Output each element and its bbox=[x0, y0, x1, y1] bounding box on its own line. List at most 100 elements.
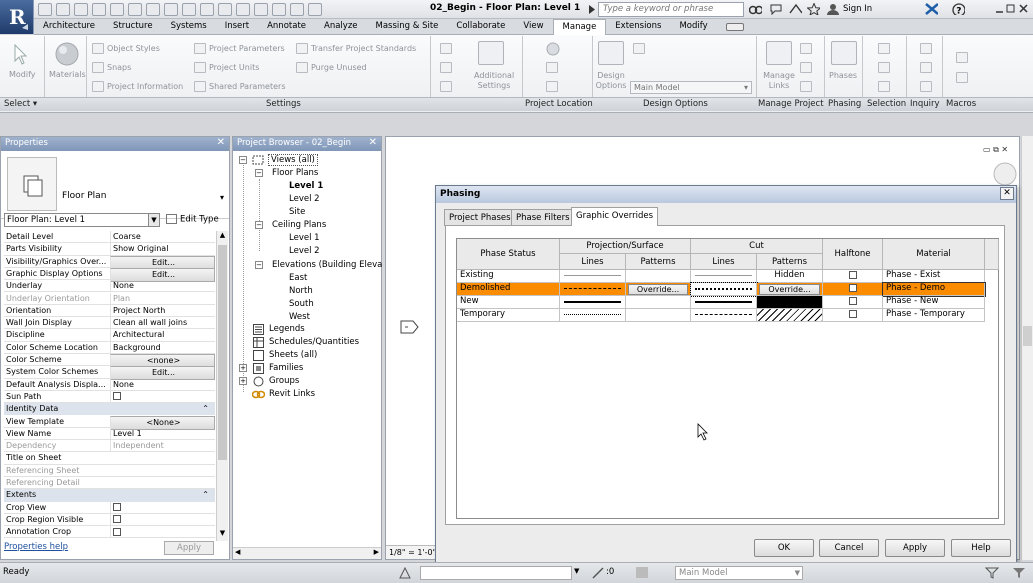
edit-selection-icon[interactable] bbox=[878, 81, 890, 92]
measure-icon[interactable] bbox=[146, 3, 160, 16]
tree-floor-plans[interactable]: Floor Plans bbox=[272, 168, 318, 178]
project-units-button[interactable]: Project Units bbox=[209, 63, 259, 72]
tree-schedules[interactable]: Schedules/Quantities bbox=[269, 337, 359, 347]
collapse-group-icon[interactable]: ⌃ bbox=[202, 489, 209, 501]
scroll-up-icon[interactable]: ▲ bbox=[217, 231, 228, 243]
type-dropdown-icon[interactable]: ▾ bbox=[220, 193, 224, 202]
3d-view-icon[interactable] bbox=[218, 3, 232, 16]
manage-images-icon[interactable] bbox=[800, 43, 812, 54]
workset-dropdown-icon[interactable]: ▼ bbox=[574, 567, 579, 575]
favorites-star-icon[interactable] bbox=[807, 3, 820, 15]
projection-lines-cell[interactable] bbox=[560, 309, 626, 322]
properties-scrollbar[interactable]: ▲ ▼ bbox=[216, 231, 228, 541]
scroll-thumb[interactable] bbox=[218, 245, 227, 460]
view-scale[interactable]: 1/8" = 1'-0" bbox=[386, 545, 436, 559]
tab-view[interactable]: View bbox=[514, 19, 552, 35]
property-value[interactable]: Architectural bbox=[110, 329, 215, 342]
expand-groups-icon[interactable]: + bbox=[239, 377, 247, 385]
material-cell[interactable]: Phase - Exist bbox=[883, 270, 985, 283]
tree-views-all[interactable]: Views (all) bbox=[268, 154, 318, 166]
workset-select[interactable] bbox=[420, 566, 572, 580]
manage-links-button[interactable]: Manage Links bbox=[760, 71, 798, 91]
scroll-thumb[interactable] bbox=[1023, 326, 1032, 346]
canvas-vscrollbar[interactable] bbox=[1021, 136, 1033, 560]
ok-button[interactable]: OK bbox=[754, 539, 814, 557]
open-icon[interactable] bbox=[38, 3, 52, 16]
materials-sphere-icon[interactable] bbox=[54, 41, 80, 67]
material-cell[interactable]: Phase - Temporary bbox=[883, 309, 985, 322]
collapse-group-icon[interactable]: ⌃ bbox=[202, 403, 209, 415]
property-checkbox[interactable] bbox=[113, 515, 121, 524]
property-group-header[interactable]: Identity Data ⌃ bbox=[4, 403, 215, 416]
filter-icon[interactable] bbox=[985, 567, 999, 579]
location-icon[interactable] bbox=[546, 42, 560, 56]
property-value[interactable]: Independent bbox=[110, 440, 215, 453]
minimize-icon[interactable] bbox=[995, 4, 1004, 13]
tab-annotate[interactable]: Annotate bbox=[258, 19, 315, 35]
select-panel-dropdown[interactable]: Select ▾ bbox=[4, 99, 37, 109]
property-row[interactable]: Graphic Display Options Edit... bbox=[4, 267, 215, 282]
restore-icon[interactable] bbox=[1006, 4, 1015, 13]
collapse-views-icon[interactable]: − bbox=[239, 156, 247, 164]
panel-schedule-icon[interactable] bbox=[440, 81, 452, 92]
tab-project-phases[interactable]: Project Phases bbox=[444, 209, 516, 226]
close-browser-icon[interactable]: ✕ bbox=[369, 137, 377, 148]
property-value[interactable] bbox=[110, 390, 215, 403]
halftone-cell[interactable] bbox=[823, 270, 883, 283]
property-value[interactable] bbox=[110, 513, 215, 526]
elevation-marker-icon[interactable] bbox=[400, 320, 420, 334]
save-selection-icon[interactable] bbox=[878, 43, 890, 54]
cut-lines-cell[interactable] bbox=[691, 296, 757, 309]
user-icon[interactable] bbox=[827, 3, 840, 15]
property-row[interactable]: Discipline Architectural bbox=[4, 329, 215, 342]
design-option-status-icon[interactable] bbox=[636, 567, 648, 578]
property-row[interactable]: Detail Level Coarse bbox=[4, 231, 215, 244]
subscription-icon[interactable] bbox=[789, 3, 802, 15]
shared-parameters-button[interactable]: Shared Parameters bbox=[209, 82, 286, 91]
undo-icon[interactable] bbox=[92, 3, 106, 16]
property-value[interactable]: Level 1 bbox=[110, 427, 215, 440]
exchange-apps-icon[interactable] bbox=[925, 3, 938, 15]
property-row[interactable]: Wall Join Display Clean all wall joins bbox=[4, 317, 215, 330]
expand-families-icon[interactable]: + bbox=[239, 364, 247, 372]
phase-status-cell[interactable]: Demolished bbox=[457, 283, 560, 296]
apply-dialog-button[interactable]: Apply bbox=[885, 539, 945, 557]
tree-sheets[interactable]: Sheets (all) bbox=[269, 350, 317, 360]
halftone-cell[interactable] bbox=[823, 283, 883, 296]
text-icon[interactable] bbox=[200, 3, 214, 16]
help-icon[interactable]: ? bbox=[952, 3, 965, 15]
tab-modify[interactable]: Modify bbox=[670, 19, 716, 35]
status-design-option-select[interactable]: Main Model ▼ bbox=[675, 566, 803, 580]
property-checkbox[interactable] bbox=[113, 527, 121, 536]
structural-settings-icon[interactable] bbox=[440, 43, 452, 54]
materials-button[interactable]: Materials bbox=[49, 70, 86, 79]
redo-icon[interactable] bbox=[110, 3, 124, 16]
editing-requests-icon[interactable] bbox=[592, 567, 604, 579]
tab-massing-site[interactable]: Massing & Site bbox=[367, 19, 448, 35]
cut-patterns-cell[interactable]: Override... bbox=[757, 283, 823, 296]
tree-elevations[interactable]: Elevations (Building Elevation) bbox=[272, 260, 382, 270]
panel-settings[interactable]: Settings bbox=[266, 99, 301, 109]
tab-phase-filters[interactable]: Phase Filters bbox=[511, 209, 575, 226]
sync-icon[interactable] bbox=[74, 3, 88, 16]
halftone-cell[interactable] bbox=[823, 296, 883, 309]
apply-button[interactable]: Apply bbox=[164, 541, 214, 555]
dialog-close-icon[interactable]: ✕ bbox=[1000, 187, 1014, 200]
save-icon[interactable] bbox=[56, 3, 70, 16]
binoculars-icon[interactable] bbox=[749, 3, 762, 15]
sign-in-link[interactable]: Sign In bbox=[843, 4, 872, 14]
collapse-floor-plans-icon[interactable]: − bbox=[255, 169, 263, 177]
decal-types-icon[interactable] bbox=[800, 81, 812, 92]
tree-el-east[interactable]: East bbox=[289, 273, 307, 283]
collapse-elevations-icon[interactable]: − bbox=[255, 261, 263, 269]
panel-manage-project[interactable]: Manage Project bbox=[758, 99, 824, 109]
selection-filter-icon[interactable] bbox=[1012, 567, 1026, 579]
design-options-button[interactable]: Design Options bbox=[594, 71, 628, 91]
property-row[interactable]: Color Scheme <none> bbox=[4, 354, 215, 368]
projection-lines-cell[interactable] bbox=[560, 270, 626, 283]
macro-security-icon[interactable] bbox=[956, 72, 968, 83]
ribbon-toggle[interactable] bbox=[717, 19, 753, 35]
panel-project-location[interactable]: Project Location bbox=[525, 99, 593, 109]
projection-patterns-cell[interactable] bbox=[626, 296, 691, 309]
property-value[interactable]: Project North bbox=[110, 304, 215, 317]
